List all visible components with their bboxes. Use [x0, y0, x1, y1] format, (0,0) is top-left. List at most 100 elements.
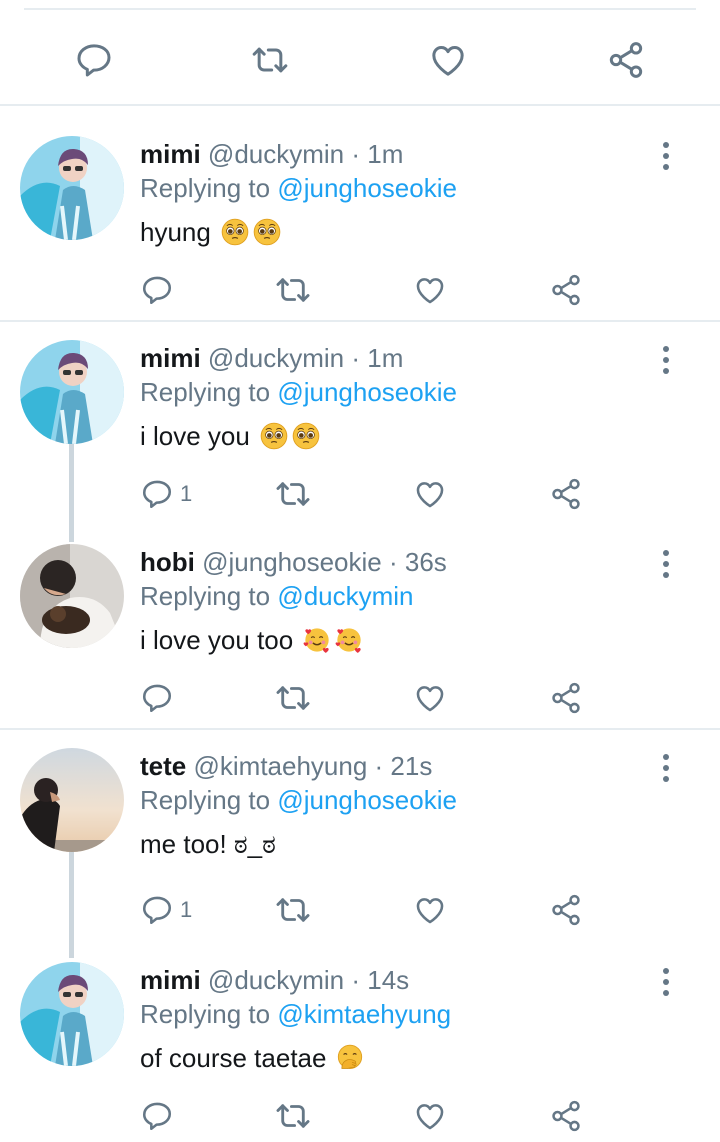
like-button[interactable]	[413, 678, 447, 718]
more-options-icon[interactable]	[652, 544, 680, 584]
face-with-hand-over-mouth-emoji	[336, 1044, 364, 1072]
tweet-text-content: i love you too	[140, 625, 294, 655]
share-button[interactable]	[549, 270, 583, 310]
replying-to: Replying to @kimtaehyung	[140, 996, 451, 1032]
retweet-icon	[274, 679, 312, 717]
reply-count: 1	[180, 897, 193, 922]
reply-icon	[140, 273, 174, 307]
handle[interactable]: @duckymin	[208, 139, 344, 169]
like-button[interactable]	[413, 474, 447, 514]
reply-button[interactable]: 1	[140, 474, 192, 514]
tweet-item[interactable]: mimi @duckymin · 1m Replying to @junghos…	[0, 136, 720, 316]
reply-button[interactable]	[140, 1096, 180, 1136]
divider	[0, 320, 720, 322]
display-name[interactable]: hobi	[140, 547, 195, 577]
reply-icon	[140, 893, 174, 927]
share-button[interactable]	[549, 890, 583, 930]
retweet-button[interactable]	[274, 678, 312, 718]
avatar[interactable]	[20, 962, 124, 1066]
timestamp: · 21s	[374, 751, 433, 781]
retweet-icon	[274, 271, 312, 309]
retweet-button[interactable]	[274, 890, 312, 930]
tweet-header: tete @kimtaehyung · 21s	[140, 748, 432, 784]
share-icon	[549, 681, 583, 715]
like-icon	[413, 893, 447, 927]
smiling-face-with-hearts-emoji	[335, 626, 363, 654]
timestamp: · 1m	[351, 139, 404, 169]
share-icon[interactable]	[606, 40, 646, 80]
tweet-item[interactable]: tete @kimtaehyung · 21s Replying to @jun…	[0, 748, 720, 928]
handle[interactable]: @kimtaehyung	[193, 751, 367, 781]
main-tweet-actions	[0, 18, 720, 102]
reply-icon[interactable]	[74, 40, 114, 80]
display-name[interactable]: mimi	[140, 139, 201, 169]
tweet-text-content: i love you	[140, 421, 250, 451]
reply-icon	[140, 1099, 174, 1133]
retweet-icon	[274, 1097, 312, 1135]
retweet-button[interactable]	[274, 1096, 312, 1136]
divider	[0, 104, 720, 106]
tweet-text-content: of course taetae	[140, 1043, 327, 1073]
more-options-icon[interactable]	[652, 962, 680, 1002]
handle[interactable]: @duckymin	[208, 343, 344, 373]
like-button[interactable]	[413, 890, 447, 930]
display-name[interactable]: mimi	[140, 965, 201, 995]
handle[interactable]: @junghoseokie	[202, 547, 382, 577]
like-icon[interactable]	[428, 40, 468, 80]
pleading-face-emoji	[260, 422, 288, 450]
tweet-header: mimi @duckymin · 1m	[140, 136, 403, 172]
tweet-item[interactable]: hobi @junghoseokie · 36s Replying to @du…	[0, 544, 720, 724]
retweet-icon	[274, 475, 312, 513]
reply-button[interactable]	[140, 270, 180, 310]
avatar[interactable]	[20, 544, 124, 648]
top-divider	[24, 8, 696, 10]
more-options-icon[interactable]	[652, 136, 680, 176]
pleading-face-emoji	[292, 422, 320, 450]
share-button[interactable]	[549, 1096, 583, 1136]
like-icon	[413, 681, 447, 715]
mention-link[interactable]: @junghoseokie	[277, 377, 457, 407]
like-button[interactable]	[413, 270, 447, 310]
avatar[interactable]	[20, 748, 124, 852]
display-name[interactable]: mimi	[140, 343, 201, 373]
tweet-text: hyung	[140, 214, 281, 250]
replying-label: Replying to	[140, 581, 271, 611]
reply-button[interactable]	[140, 678, 180, 718]
tweet-text-content: hyung	[140, 217, 211, 247]
pleading-face-emoji	[253, 218, 281, 246]
tweet-header: mimi @duckymin · 1m	[140, 340, 403, 376]
tweet-actions: 1	[0, 474, 720, 514]
display-name[interactable]: tete	[140, 751, 186, 781]
tweet-item[interactable]: mimi @duckymin · 1m Replying to @junghos…	[0, 340, 720, 520]
like-icon	[413, 477, 447, 511]
avatar[interactable]	[20, 136, 124, 240]
mention-link[interactable]: @duckymin	[277, 581, 413, 611]
like-icon	[413, 1099, 447, 1133]
tweet-item[interactable]: mimi @duckymin · 14s Replying to @kimtae…	[0, 962, 720, 1142]
tweet-text-content: me too! ಠ_ಠ	[140, 829, 276, 859]
more-options-icon[interactable]	[652, 340, 680, 380]
share-icon	[549, 1099, 583, 1133]
like-icon	[413, 273, 447, 307]
replying-label: Replying to	[140, 999, 271, 1029]
retweet-icon[interactable]	[250, 40, 290, 80]
avatar[interactable]	[20, 340, 124, 444]
mention-link[interactable]: @kimtaehyung	[277, 999, 451, 1029]
handle[interactable]: @duckymin	[208, 965, 344, 995]
retweet-button[interactable]	[274, 270, 312, 310]
replying-label: Replying to	[140, 377, 271, 407]
retweet-button[interactable]	[274, 474, 312, 514]
reply-button[interactable]: 1	[140, 890, 192, 930]
mention-link[interactable]: @junghoseokie	[277, 785, 457, 815]
mention-link[interactable]: @junghoseokie	[277, 173, 457, 203]
like-button[interactable]	[413, 1096, 447, 1136]
share-button[interactable]	[549, 678, 583, 718]
share-icon	[549, 477, 583, 511]
tweet-header: hobi @junghoseokie · 36s	[140, 544, 447, 580]
tweet-text: i love you too	[140, 622, 363, 658]
more-options-icon[interactable]	[652, 748, 680, 788]
share-button[interactable]	[549, 474, 583, 514]
smiling-face-with-hearts-emoji	[303, 626, 331, 654]
replying-to: Replying to @duckymin	[140, 578, 414, 614]
retweet-icon	[274, 891, 312, 929]
